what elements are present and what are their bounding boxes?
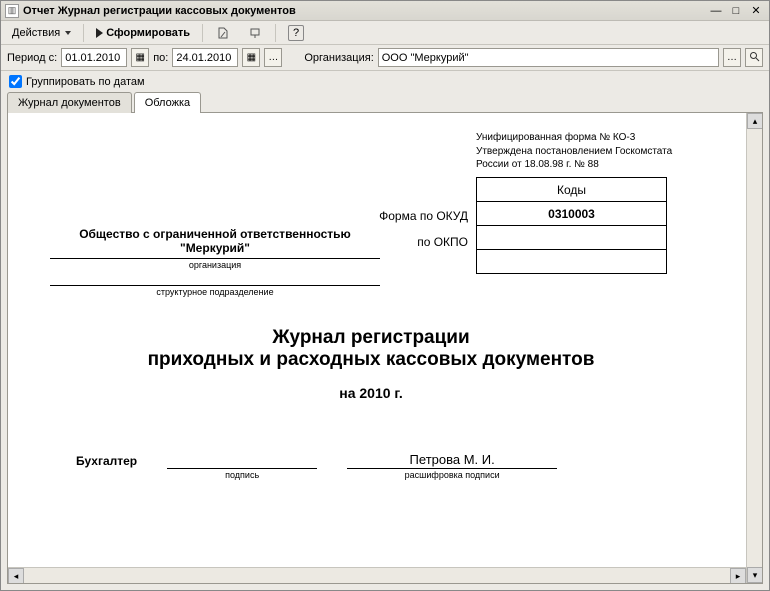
toolbar-separator <box>275 24 276 42</box>
accountant-label: Бухгалтер <box>76 454 137 480</box>
date-from-calendar-button[interactable]: ▦ <box>131 48 149 67</box>
generate-button[interactable]: Сформировать <box>89 23 197 43</box>
tab-label: Журнал документов <box>18 97 121 109</box>
underline <box>50 284 380 286</box>
close-button[interactable]: ✕ <box>747 3 765 19</box>
tab-cover[interactable]: Обложка <box>134 92 201 113</box>
org-name-line: Общество с ограниченной ответственностью <box>50 227 380 241</box>
content-area: Унифицированная форма № КО-3 Утверждена … <box>7 113 763 584</box>
ellipsis-icon: … <box>727 52 737 63</box>
decode-caption: расшифровка подписи <box>347 470 557 480</box>
tab-journal[interactable]: Журнал документов <box>7 92 132 113</box>
window-icon: ▥ <box>5 4 19 18</box>
help-icon: ? <box>288 25 304 41</box>
org-caption: организация <box>50 260 380 270</box>
scroll-up-button[interactable]: ▴ <box>747 113 763 129</box>
options-row: Группировать по датам <box>1 71 769 90</box>
organization-picker-button[interactable]: … <box>723 48 741 67</box>
underline <box>50 257 380 259</box>
filter-row: Период с: ▦ по: ▦ … Организация: … <box>1 45 769 71</box>
org-name-line: "Меркурий" <box>50 241 380 255</box>
params-button[interactable] <box>240 23 270 43</box>
subdivision-caption: структурное подразделение <box>50 287 380 297</box>
toolbar-separator <box>83 24 84 42</box>
actions-label: Действия <box>12 27 60 39</box>
codes-header: Коды <box>477 178 667 202</box>
minimize-button[interactable]: — <box>707 3 725 19</box>
vertical-scrollbar[interactable]: ▴ ▾ <box>746 113 762 583</box>
ellipsis-icon: … <box>268 52 278 63</box>
date-to-input[interactable] <box>172 48 238 67</box>
decode-slot: Петрова М. И. расшифровка подписи <box>347 452 557 480</box>
document-title: Журнал регистрации приходных и расходных… <box>26 327 716 401</box>
calendar-icon: ▦ <box>135 52 144 63</box>
signature-slot: подпись <box>167 452 317 480</box>
report-window: ▥ Отчет Журнал регистрации кассовых доку… <box>0 0 770 591</box>
decode-value: Петрова М. И. <box>347 452 557 468</box>
document-viewport[interactable]: Унифицированная форма № КО-3 Утверждена … <box>8 113 746 567</box>
help-button[interactable]: ? <box>281 23 311 43</box>
chevron-down-icon <box>65 31 71 35</box>
actions-menu-button[interactable]: Действия <box>5 23 78 43</box>
scroll-down-button[interactable]: ▾ <box>747 567 763 583</box>
organization-input[interactable] <box>378 48 719 67</box>
period-picker-button[interactable]: … <box>264 48 282 67</box>
date-to-calendar-button[interactable]: ▦ <box>242 48 260 67</box>
search-icon <box>749 51 760 65</box>
cover-document: Унифицированная форма № КО-3 Утверждена … <box>26 127 716 557</box>
horizontal-scrollbar[interactable]: ◂ ▸ <box>8 567 746 583</box>
calendar-icon: ▦ <box>247 52 256 63</box>
pin-icon <box>247 25 263 41</box>
form-note-line: России от 18.08.98 г. № 88 <box>476 158 672 172</box>
okud-value: 0310003 <box>477 202 667 226</box>
scrollbar-track[interactable] <box>747 129 762 567</box>
tab-label: Обложка <box>145 97 190 109</box>
okud-label: Форма по ОКУД <box>326 203 468 229</box>
group-by-dates-checkbox[interactable] <box>9 75 22 88</box>
group-by-dates-label: Группировать по датам <box>26 76 145 88</box>
okpo-value <box>477 226 667 250</box>
toolbar-separator <box>202 24 203 42</box>
scroll-left-button[interactable]: ◂ <box>8 568 24 584</box>
title-year: на 2010 г. <box>26 385 716 401</box>
signature-caption: подпись <box>167 470 317 480</box>
title-line: приходных и расходных кассовых документо… <box>26 349 716 371</box>
period-to-label: по: <box>153 52 168 64</box>
extra-code-value <box>477 250 667 274</box>
signature-line <box>167 468 317 469</box>
organization-label: Организация: <box>304 52 373 64</box>
tabs-row: Журнал документов Обложка <box>1 92 769 113</box>
titlebar: ▥ Отчет Журнал регистрации кассовых доку… <box>1 1 769 21</box>
period-from-label: Период с: <box>7 52 57 64</box>
decode-line <box>347 468 557 469</box>
form-note-line: Утверждена постановлением Госкомстата <box>476 145 672 159</box>
play-icon <box>96 28 103 38</box>
organization-block: Общество с ограниченной ответственностью… <box>50 227 380 297</box>
settings-button[interactable] <box>208 23 238 43</box>
date-from-input[interactable] <box>61 48 127 67</box>
maximize-button[interactable]: □ <box>727 3 745 19</box>
scrollbar-track[interactable] <box>24 568 730 583</box>
signature-row: Бухгалтер подпись Петрова М. И. расшифро… <box>76 452 557 480</box>
organization-lookup-button[interactable] <box>745 48 763 67</box>
title-line: Журнал регистрации <box>26 327 716 349</box>
window-title: Отчет Журнал регистрации кассовых докуме… <box>23 5 705 17</box>
settings-icon <box>215 25 231 41</box>
form-note: Унифицированная форма № КО-3 Утверждена … <box>476 131 672 172</box>
scroll-right-button[interactable]: ▸ <box>730 568 746 584</box>
form-note-line: Унифицированная форма № КО-3 <box>476 131 672 145</box>
toolbar: Действия Сформировать ? <box>1 21 769 45</box>
generate-label: Сформировать <box>106 27 190 39</box>
codes-table: Коды 0310003 <box>476 177 667 274</box>
signature-value <box>167 452 317 468</box>
